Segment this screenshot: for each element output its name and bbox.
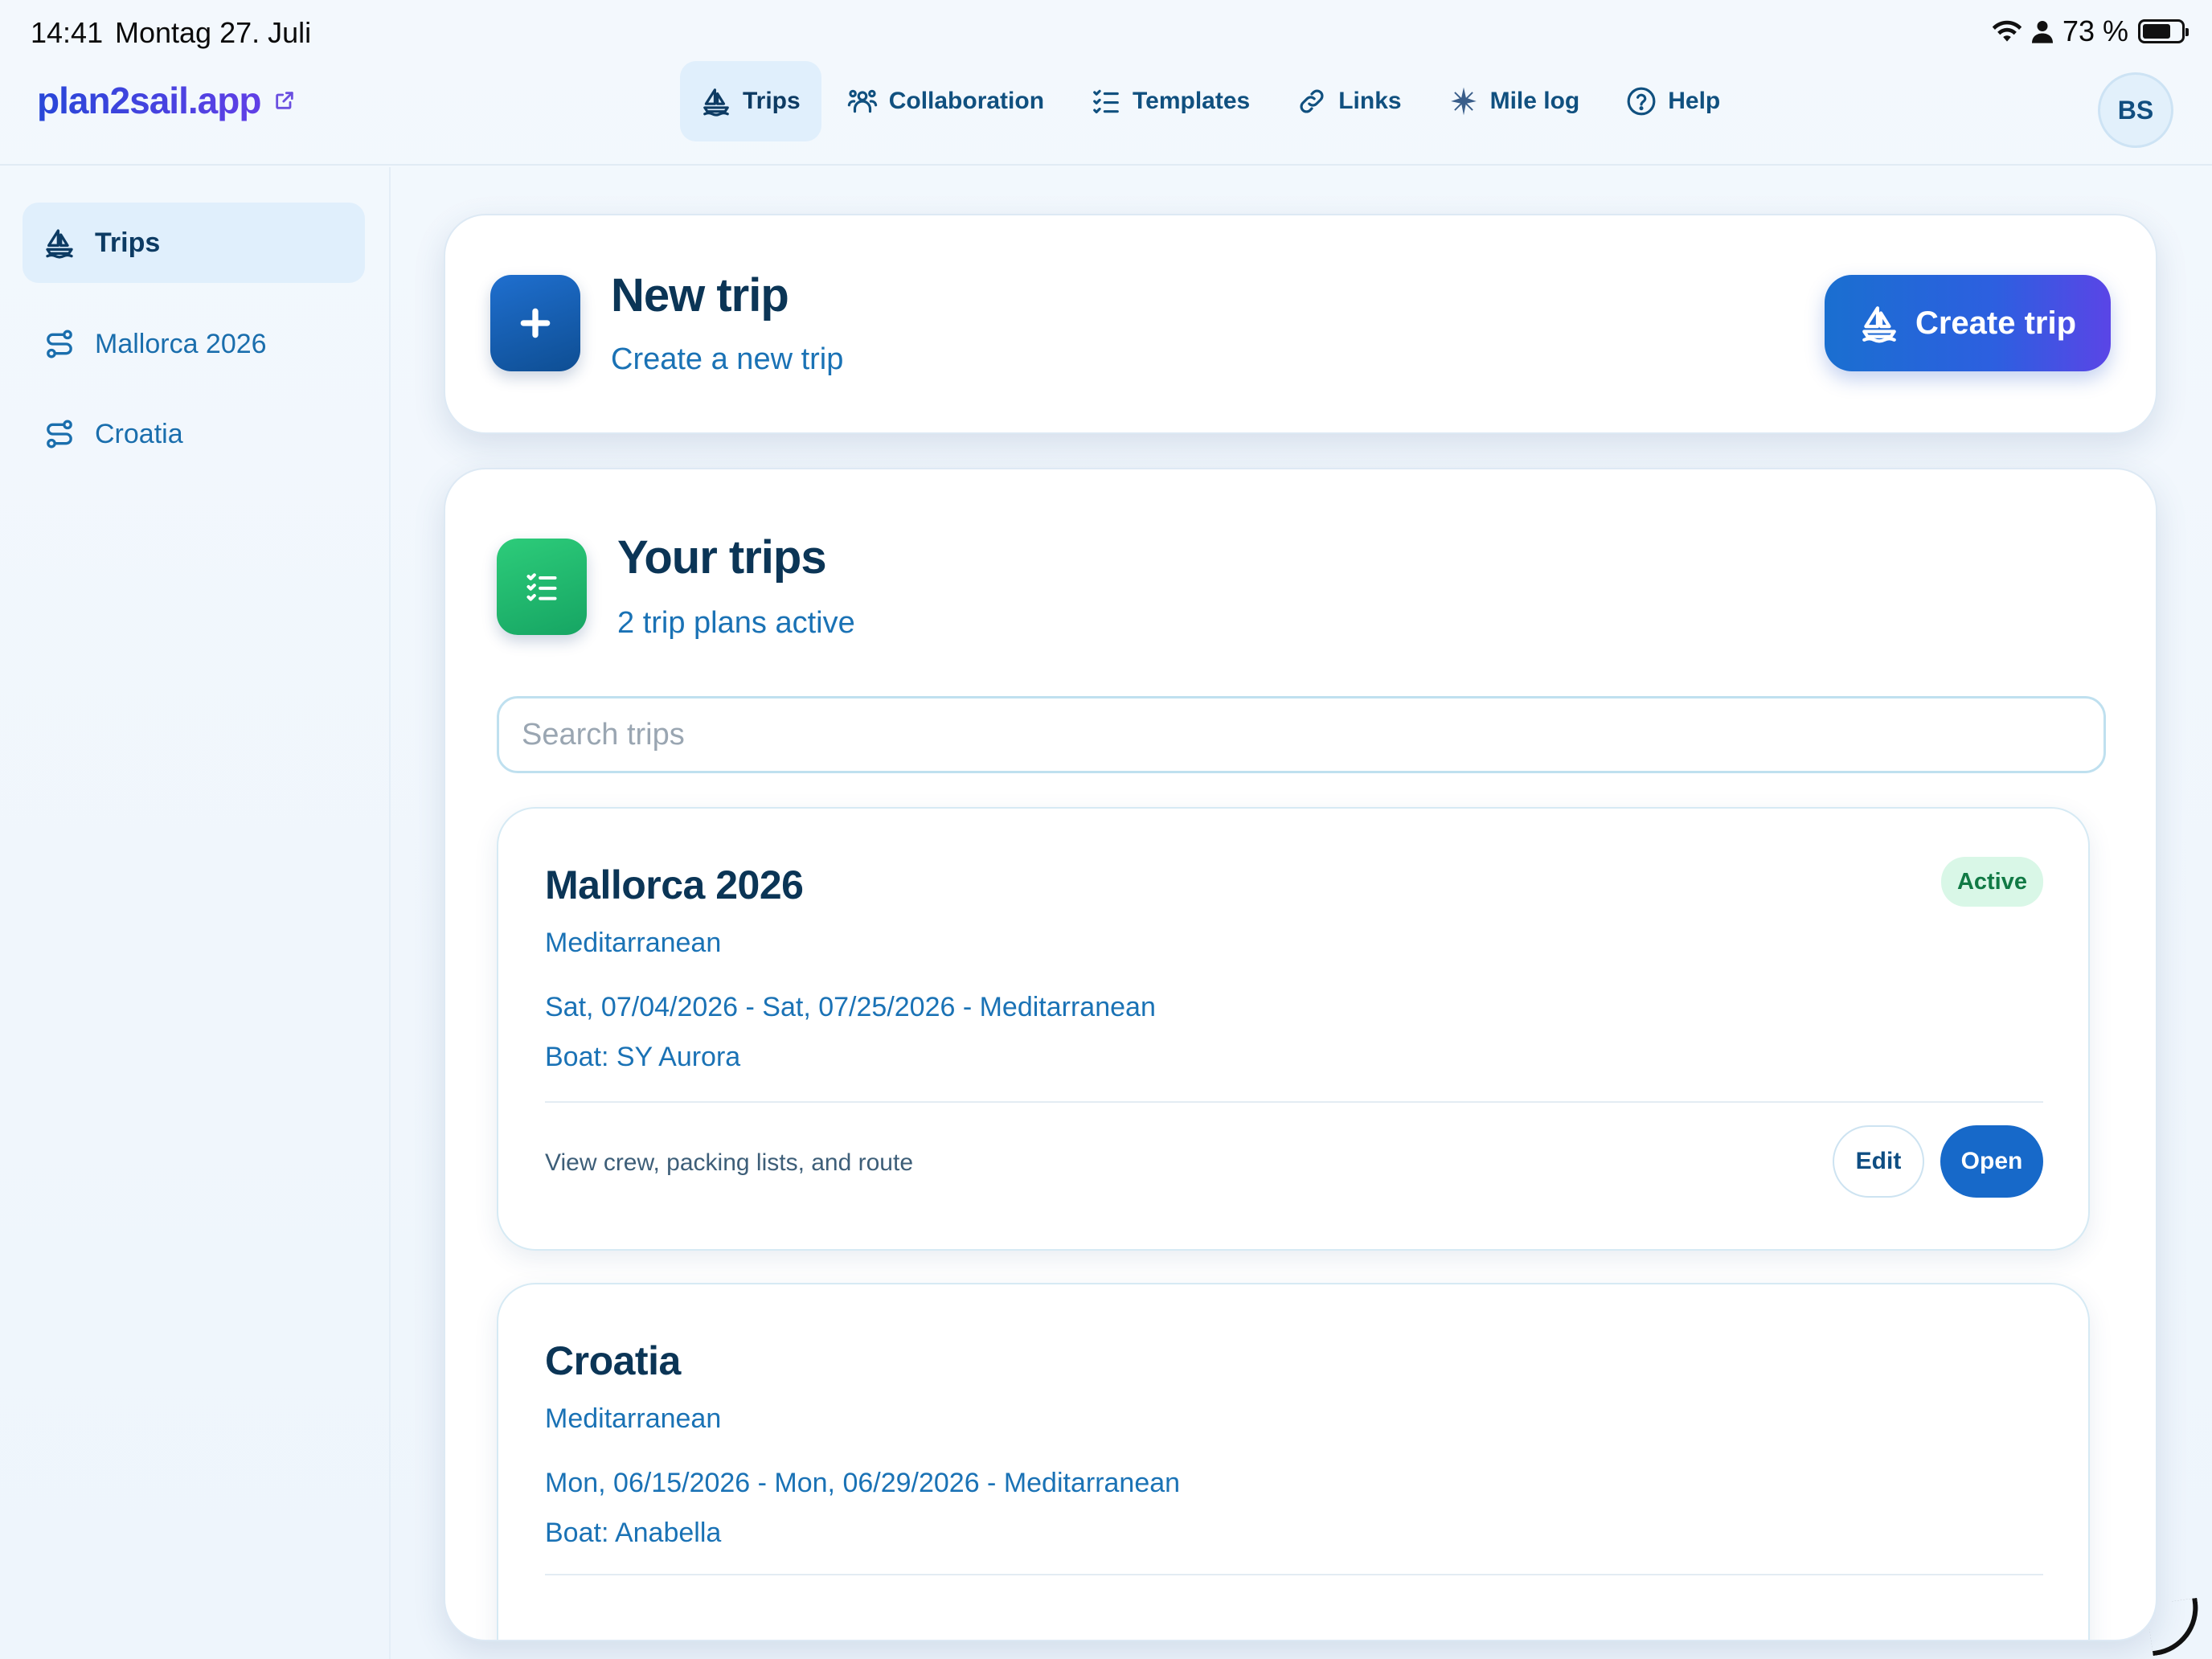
sidebar-item-label: Mallorca 2026 xyxy=(95,328,267,359)
sidebar-item-mallorca-2026[interactable]: Mallorca 2026 xyxy=(43,328,267,360)
status-right: 73 % xyxy=(1992,14,2189,48)
help-circle-icon xyxy=(1627,87,1656,116)
divider xyxy=(545,1101,2043,1103)
new-trip-title: New trip xyxy=(611,269,789,322)
nav-links[interactable]: Links xyxy=(1276,61,1422,141)
sidebar-item-label: Croatia xyxy=(95,418,183,449)
divider xyxy=(545,1574,2043,1575)
new-trip-subtitle: Create a new trip xyxy=(611,342,844,376)
nav-mile-log-label: Mile log xyxy=(1489,88,1580,114)
sidebar-item-label: Trips xyxy=(95,227,161,258)
external-link-icon xyxy=(276,92,294,109)
battery-icon xyxy=(2138,19,2189,43)
new-trip-card: New trip Create a new trip Create trip xyxy=(444,214,2157,434)
trip-name: Mallorca 2026 xyxy=(545,862,804,907)
sailboat-icon xyxy=(703,88,729,117)
your-trips-title: Your trips xyxy=(617,531,827,584)
brand-logo-link[interactable]: plan2sail.app xyxy=(37,79,296,122)
nav-help-label: Help xyxy=(1668,88,1721,114)
trip-dates: Sat, 07/04/2026 - Sat, 07/25/2026 - Medi… xyxy=(545,992,1156,1022)
trip-boat: Boat: Anabella xyxy=(545,1518,722,1548)
route-icon xyxy=(47,330,72,358)
nav-templates-label: Templates xyxy=(1133,88,1251,114)
checklist-icon xyxy=(497,539,587,635)
brand-name: plan2sail.app xyxy=(37,80,261,121)
trip-card-mallorca-2026[interactable]: Mallorca 2026 Active Meditarranean Sat, … xyxy=(497,807,2090,1251)
main-nav: Trips Collaboration Templates Links Mile… xyxy=(680,61,1746,141)
plus-icon xyxy=(490,275,580,371)
compass-star-icon xyxy=(1450,87,1477,116)
trip-name: Croatia xyxy=(545,1338,681,1383)
top-nav: plan2sail.app Trips Collaboration Templa… xyxy=(0,56,2212,166)
status-bar: 14:41 Montag 27. Juli 73 % xyxy=(0,0,2212,64)
nav-help[interactable]: Help xyxy=(1605,61,1741,141)
status-badge: Active xyxy=(1940,857,2043,907)
nav-trips[interactable]: Trips xyxy=(680,61,821,141)
sidebar-item-trips[interactable]: Trips xyxy=(23,203,365,283)
trip-hint: View crew, packing lists, and route xyxy=(545,1149,914,1176)
edit-trip-button[interactable]: Edit xyxy=(1833,1125,1924,1198)
wifi-icon xyxy=(1992,20,2022,42)
trip-region: Meditarranean xyxy=(545,1403,722,1434)
status-date: Montag 27. Juli xyxy=(115,16,312,49)
user-avatar[interactable]: BS xyxy=(2098,72,2173,148)
checklist-icon xyxy=(1093,89,1119,114)
nav-templates[interactable]: Templates xyxy=(1070,61,1271,141)
trip-boat: Boat: SY Aurora xyxy=(545,1042,741,1072)
trip-dates: Mon, 06/15/2026 - Mon, 06/29/2026 - Medi… xyxy=(545,1468,1181,1498)
your-trips-count: 2 trip plans active xyxy=(617,606,855,640)
create-trip-button[interactable]: Create trip xyxy=(1825,275,2111,371)
search-trips-input[interactable] xyxy=(497,696,2106,773)
nav-trips-label: Trips xyxy=(743,88,801,114)
trip-card-croatia[interactable]: Croatia Meditarranean Mon, 06/15/2026 - … xyxy=(497,1283,2090,1640)
create-trip-label: Create trip xyxy=(1915,305,2077,341)
sidebar-item-croatia[interactable]: Croatia xyxy=(43,418,183,450)
your-trips-card: Your trips 2 trip plans active Mallorca … xyxy=(444,468,2157,1641)
nav-links-label: Links xyxy=(1338,88,1402,114)
sailboat-icon xyxy=(1862,306,1896,343)
person-icon xyxy=(2031,21,2053,43)
status-time: 14:41 xyxy=(31,16,104,49)
open-trip-button[interactable]: Open xyxy=(1940,1125,2043,1198)
resize-corner-indicator xyxy=(2145,1597,2205,1657)
users-icon xyxy=(847,89,877,113)
nav-mile-log[interactable]: Mile log xyxy=(1428,61,1601,141)
battery-percent: 73 % xyxy=(2062,14,2128,47)
nav-collaboration[interactable]: Collaboration xyxy=(826,61,1065,141)
trip-region: Meditarranean xyxy=(545,928,722,958)
link-icon xyxy=(1300,89,1324,113)
sailboat-icon xyxy=(46,229,73,259)
nav-collaboration-label: Collaboration xyxy=(888,88,1045,114)
sidebar: Trips Mallorca 2026 Croatia xyxy=(0,167,391,1659)
route-icon xyxy=(47,420,72,449)
